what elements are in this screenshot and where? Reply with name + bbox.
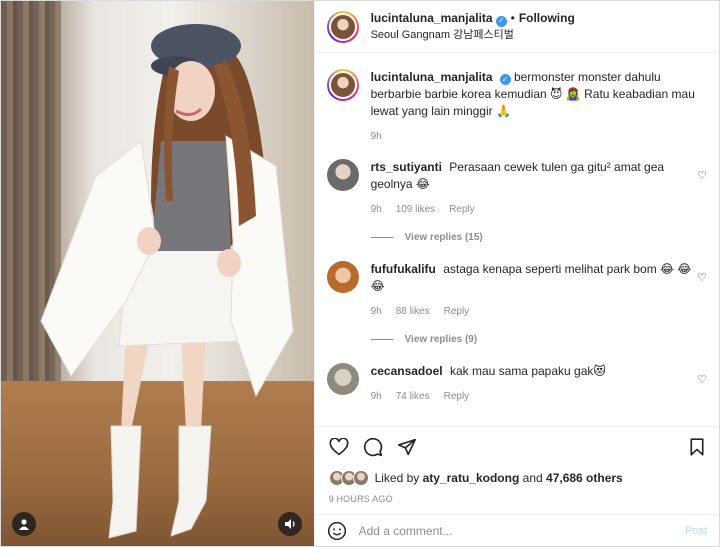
comment-text: kak mau sama papaku gak😻 xyxy=(449,364,606,378)
view-replies-button[interactable]: View replies (15) xyxy=(370,232,707,243)
comment-time: 9h xyxy=(370,204,382,215)
comment-item: rts_sutiyanti Perasaan cewek tulen ga gi… xyxy=(326,159,707,218)
caption-username[interactable]: lucintaluna_manjalita xyxy=(371,70,493,84)
comment-likes[interactable]: 109 likes xyxy=(396,201,435,218)
comment-avatar[interactable] xyxy=(326,261,359,293)
verified-icon: ✓ xyxy=(499,74,511,85)
comment-icon[interactable] xyxy=(363,437,383,457)
liker-avatars xyxy=(328,470,369,486)
user-tag-icon xyxy=(19,519,29,530)
likes-prefix: Liked by xyxy=(374,471,420,485)
share-icon[interactable] xyxy=(397,438,417,456)
comment-meta: 9h 109 likes Reply xyxy=(371,201,707,218)
person-figure xyxy=(40,24,294,539)
comment-input[interactable]: Add a comment... xyxy=(359,524,685,538)
add-comment-bar: Add a comment... Post xyxy=(314,514,719,546)
caption: lucintaluna_manjalita ✓ bermonster monste… xyxy=(326,69,707,145)
heart-icon[interactable]: ♡ xyxy=(697,373,707,386)
comment-likes[interactable]: 88 likes xyxy=(396,303,430,320)
heart-icon[interactable]: ♡ xyxy=(697,169,707,182)
comment-username[interactable]: rts_sutiyanti xyxy=(371,160,442,174)
view-replies-label: View replies (9) xyxy=(404,334,478,345)
post-panel: lucintaluna_manjalita ✓ • Following Seoul G… xyxy=(313,1,719,546)
following-button[interactable]: Following xyxy=(519,11,575,25)
separator-dot: • xyxy=(510,11,515,26)
emoji-icon[interactable] xyxy=(327,521,347,541)
caption-body: lucintaluna_manjalita ✓ bermonster monste… xyxy=(371,69,707,145)
comment-item: fufufukalifu astaga kenapa seperti melih… xyxy=(326,261,707,320)
comments-list: lucintaluna_manjalita ✓ bermonster monste… xyxy=(315,53,719,426)
comment-item: cecansadoel kak mau sama papaku gak😻 9h … xyxy=(326,363,707,405)
bookmark-icon[interactable] xyxy=(689,437,705,456)
likes-others[interactable]: 47,686 others xyxy=(546,471,623,485)
caption-meta: 9h xyxy=(371,128,707,145)
location-link[interactable]: Seoul Gangnam 강남페스티벌 xyxy=(371,27,575,43)
comment-likes[interactable]: 74 likes xyxy=(396,388,430,405)
likes-summary: Liked by aty_ratu_kodong and 47,686 othe… xyxy=(315,466,719,490)
comment-avatar[interactable] xyxy=(326,363,359,395)
comment-avatar[interactable] xyxy=(326,159,359,191)
sound-icon xyxy=(284,519,295,529)
comment-time: 9h xyxy=(370,306,382,317)
user-tag-button[interactable] xyxy=(12,512,36,536)
post-header: lucintaluna_manjalita ✓ • Following Seoul G… xyxy=(314,1,719,53)
comment-username[interactable]: fufufukalifu xyxy=(371,262,436,276)
caption-avatar[interactable] xyxy=(326,69,359,101)
comment-username[interactable]: cecansadoel xyxy=(371,364,443,378)
author-username[interactable]: lucintaluna_manjalita xyxy=(371,11,493,25)
comment-meta: 9h 74 likes Reply xyxy=(371,388,707,405)
comment-meta: 9h 88 likes Reply xyxy=(371,303,707,320)
comment-body: cecansadoel kak mau sama papaku gak😻 9h … xyxy=(371,363,707,405)
liker-username[interactable]: aty_ratu_kodong xyxy=(423,471,520,485)
heart-icon[interactable]: ♡ xyxy=(697,271,707,284)
sound-button[interactable] xyxy=(278,512,302,536)
reply-button[interactable]: Reply xyxy=(444,303,470,320)
likes-and: and xyxy=(522,471,543,485)
post-button[interactable]: Post xyxy=(685,525,707,537)
author-avatar[interactable] xyxy=(326,10,359,43)
comment-time: 9h xyxy=(370,391,382,402)
comment-body: fufufukalifu astaga kenapa seperti melih… xyxy=(371,261,707,320)
verified-icon: ✓ xyxy=(495,15,507,27)
comment-body: rts_sutiyanti Perasaan cewek tulen ga gi… xyxy=(371,159,707,218)
post-video[interactable] xyxy=(1,1,314,546)
reply-button[interactable]: Reply xyxy=(449,201,475,218)
reply-button[interactable]: Reply xyxy=(444,388,470,405)
post-window: lucintaluna_manjalita ✓ • Following Seoul G… xyxy=(0,0,720,547)
divider xyxy=(370,339,393,340)
divider xyxy=(370,237,393,238)
heart-icon[interactable] xyxy=(329,437,349,456)
posted-time: 9 HOURS AGO xyxy=(328,494,393,504)
view-replies-label: View replies (15) xyxy=(404,232,483,243)
action-bar xyxy=(314,426,719,466)
caption-time: 9h xyxy=(370,131,382,142)
view-replies-button[interactable]: View replies (9) xyxy=(370,334,707,345)
header-text: lucintaluna_manjalita ✓ • Following Seoul G… xyxy=(371,10,575,43)
